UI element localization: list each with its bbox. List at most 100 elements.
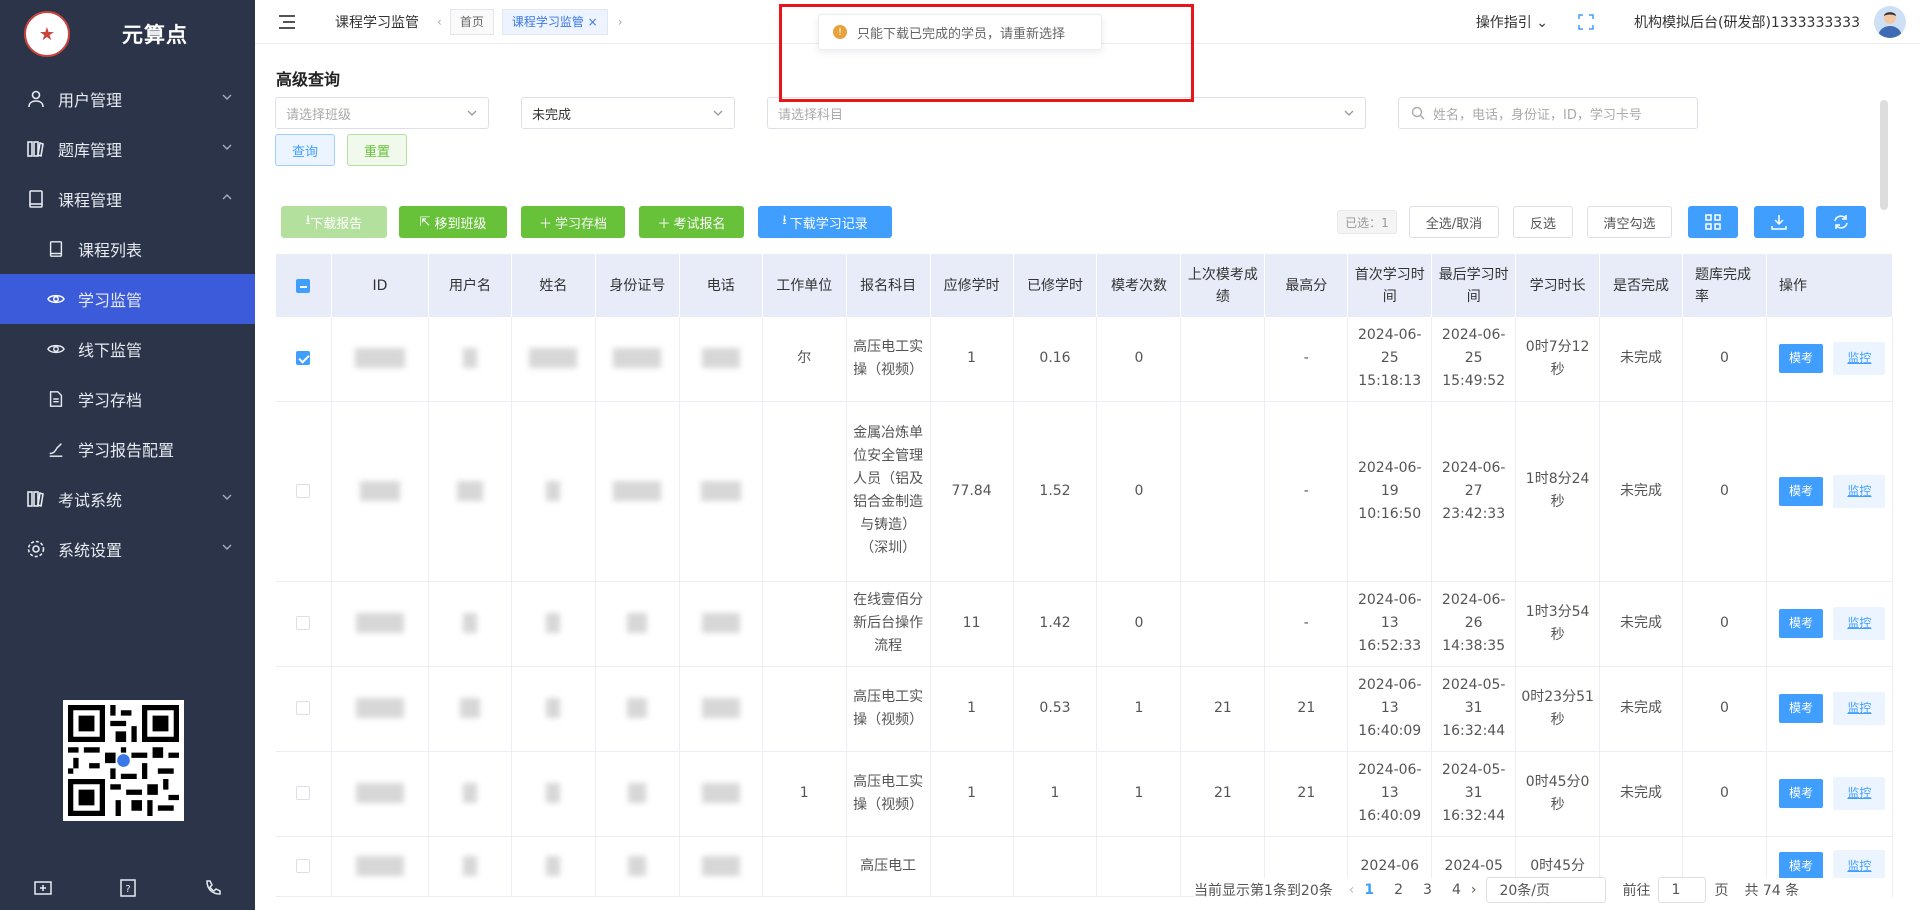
download-icon	[1771, 215, 1787, 230]
table-row[interactable]: 尔高压电工实操（视频） 1 0.16 0-2024-06-25 15:18:13 202…	[276, 317, 1894, 402]
sidebar-item-learning-archive[interactable]: 学习存档	[0, 374, 255, 424]
guide-dropdown[interactable]: 操作指引 ⌄	[1476, 12, 1548, 32]
mock-exam-button[interactable]: 模考	[1778, 779, 1823, 808]
required-hours-cell: 11	[930, 581, 1014, 667]
unit-cell: 1	[762, 751, 847, 837]
move-class-label: 移到班级	[434, 216, 487, 232]
fullscreen-icon[interactable]	[1578, 14, 1594, 30]
page-4[interactable]: 4	[1452, 882, 1461, 898]
sidebar-item-system-settings[interactable]: 系统设置	[0, 524, 255, 574]
org-name[interactable]: 机构模拟后台(研发部)1333333333	[1634, 12, 1860, 32]
actions-cell: 模考 监控	[1766, 401, 1894, 582]
row-checkbox[interactable]	[296, 351, 311, 366]
table-row[interactable]: 在线壹佰分新后台操作流程 11 1.42 0-2024-06-13 16:52:33 2…	[276, 581, 1894, 667]
prev-page-icon[interactable]: ‹	[1349, 882, 1355, 898]
page-size-select[interactable]: 20条/页	[1486, 877, 1607, 903]
sidebar-item-report-config[interactable]: 学习报告配置	[0, 424, 255, 474]
sidebar-item-exam-system[interactable]: 考试系统	[0, 474, 255, 524]
sidebar-item-label: 学习存档	[78, 391, 143, 410]
select-all-checkbox[interactable]	[296, 278, 311, 293]
monitor-button[interactable]: 监控	[1833, 474, 1886, 508]
qr-code	[63, 700, 184, 821]
table-row[interactable]: 金属冶炼单位安全管理人员（铝及铝合金制造与铸造）（深圳） 77.84 1.52 0-2…	[276, 401, 1894, 582]
table-body: 尔高压电工实操（视频） 1 0.16 0-2024-06-25 15:18:13 202…	[276, 317, 1894, 897]
refresh-button[interactable]	[1816, 206, 1866, 238]
first-study-time-cell: 2024-06-19 10:16:50	[1347, 401, 1433, 582]
tab-home[interactable]: 首页	[449, 8, 494, 35]
sidebar-item-label: 线下监管	[78, 341, 143, 360]
row-checkbox[interactable]	[296, 483, 311, 498]
mock-exam-button[interactable]: 模考	[1778, 476, 1823, 506]
row-checkbox[interactable]	[296, 786, 311, 800]
sidebar-item-question-bank[interactable]: 题库管理	[0, 124, 255, 174]
avatar[interactable]	[1874, 6, 1906, 38]
sidebar-item-course-management[interactable]: 课程管理	[0, 174, 255, 224]
id-card-cell	[595, 836, 680, 897]
sidebar-footer: ?	[0, 865, 255, 910]
row-checkbox-cell[interactable]	[276, 751, 332, 837]
last-mock-score-cell: 21	[1180, 666, 1266, 752]
next-page-icon[interactable]: ›	[1471, 882, 1477, 898]
row-checkbox-cell[interactable]	[276, 836, 332, 897]
redacted-value	[459, 698, 480, 718]
tabs-next-icon[interactable]: ›	[618, 15, 623, 29]
move-class-button[interactable]: ⇱ 移到班级	[399, 206, 507, 238]
row-checkbox[interactable]	[296, 701, 311, 715]
monitor-button[interactable]: 监控	[1833, 692, 1886, 725]
table-row[interactable]: 高压电工实操（视频） 1 0.53 1 21 21 2024-06-13 16:40:09 2…	[276, 666, 1894, 752]
monitor-button[interactable]: 监控	[1833, 607, 1886, 640]
row-checkbox[interactable]	[296, 858, 311, 873]
sidebar-item-course-list[interactable]: 课程列表	[0, 224, 255, 274]
sidebar-item-user-management[interactable]: 用户管理	[0, 74, 255, 124]
collapse-icon[interactable]	[33, 878, 53, 898]
page-input[interactable]: 1	[1658, 877, 1707, 903]
query-button[interactable]: 查询	[275, 134, 335, 166]
mock-exam-button[interactable]: 模考	[1778, 344, 1823, 374]
page-2[interactable]: 2	[1394, 882, 1403, 898]
row-checkbox[interactable]	[296, 616, 311, 630]
sidebar-item-offline-monitor[interactable]: 线下监管	[0, 324, 255, 374]
status-select[interactable]: 未完成	[521, 97, 735, 129]
class-select[interactable]: 请选择班级	[275, 97, 489, 129]
mock-exam-button[interactable]: 模考	[1778, 609, 1823, 638]
page-3[interactable]: 3	[1423, 882, 1432, 898]
completed-hours-cell	[1013, 836, 1098, 897]
student-table: ID 用户名 姓名 身份证号 电话 工作单位 报名科目 应修学时 已修学时 模考…	[276, 254, 1894, 897]
download-records-button[interactable]: ⭳ 下载学习记录	[758, 206, 892, 238]
complete-status-cell: 未完成	[1599, 581, 1684, 667]
close-icon[interactable]: ×	[588, 15, 598, 29]
grid-view-button[interactable]	[1688, 206, 1738, 238]
export-button[interactable]	[1754, 206, 1804, 238]
row-checkbox-cell[interactable]	[276, 317, 332, 402]
complete-status-cell: 未完成	[1599, 401, 1684, 582]
exam-signup-button[interactable]: ＋考试报名	[639, 206, 744, 238]
guide-label: 操作指引	[1475, 15, 1532, 31]
phone-icon[interactable]	[203, 878, 223, 898]
row-checkbox-cell[interactable]	[276, 581, 332, 667]
row-checkbox-cell[interactable]	[276, 666, 332, 752]
select-all-button[interactable]: 全选/取消	[1409, 206, 1499, 238]
menu-toggle-icon[interactable]	[278, 14, 296, 30]
search-input[interactable]: 姓名，电话，身份证，ID，学习卡号	[1398, 97, 1698, 129]
monitor-button[interactable]: 监控	[1833, 342, 1886, 376]
monitor-button[interactable]: 监控	[1833, 777, 1886, 810]
archive-button[interactable]: ＋学习存档	[521, 206, 625, 238]
scrollbar[interactable]	[1880, 100, 1888, 210]
download-report-button[interactable]: ⭳ 下载报告	[281, 206, 387, 238]
header-select-all[interactable]	[276, 254, 332, 317]
sidebar-item-learning-monitor[interactable]: 学习监管	[0, 274, 255, 324]
table-row[interactable]: 1 高压电工实操（视频） 1 1 1 21 21 2024-06-13 16:40:09 202…	[276, 751, 1894, 837]
redacted-value	[546, 698, 561, 718]
mock-exam-button[interactable]: 模考	[1778, 694, 1823, 723]
row-checkbox-cell[interactable]	[276, 401, 332, 582]
reset-button[interactable]: 重置	[347, 134, 407, 166]
mock-exam-button[interactable]: 模考	[1778, 851, 1823, 881]
clear-selection-button[interactable]: 清空勾选	[1587, 206, 1672, 238]
page-1[interactable]: 1	[1364, 882, 1374, 898]
tabs-prev-icon[interactable]: ‹	[437, 15, 442, 29]
help-icon[interactable]: ?	[118, 878, 138, 898]
invert-selection-button[interactable]: 反选	[1513, 206, 1573, 238]
tab-course-monitor[interactable]: 课程学习监管 ×	[501, 8, 608, 35]
redacted-value	[462, 348, 477, 369]
id-cell	[331, 751, 430, 837]
